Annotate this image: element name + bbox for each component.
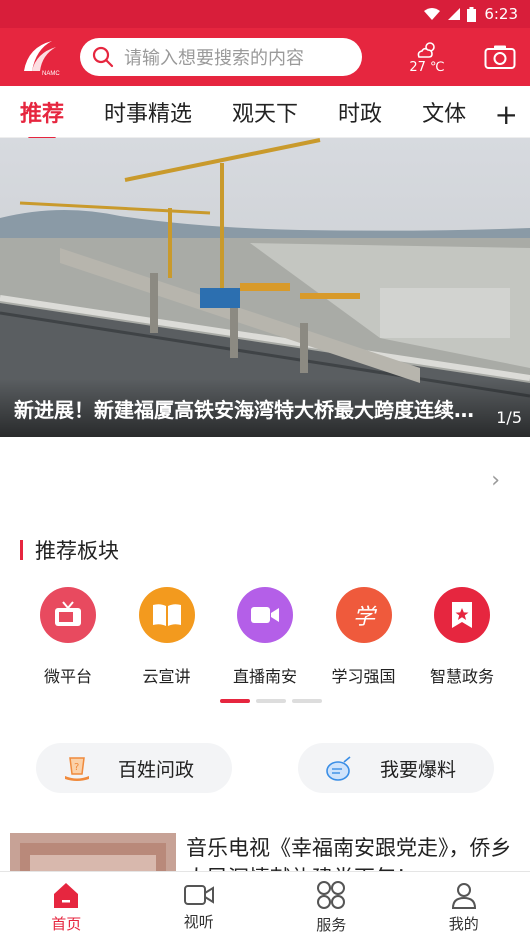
pager-dot-3[interactable] [292,699,322,703]
grid-item-smart-gov[interactable]: 智慧政务 [418,587,506,687]
tab-current-affairs[interactable]: 时事精选 [104,96,192,128]
svg-text:?: ? [74,762,79,773]
grid-item-cloud-lecture[interactable]: 云宣讲 [123,587,211,687]
svg-text:学: 学 [353,605,378,630]
bottom-navigation: 首页 视听 服务 我的 [0,871,530,943]
home-icon [54,883,79,908]
battery-icon [467,6,477,22]
grid-circles-icon [317,881,346,909]
book-icon [138,587,195,643]
pager-dot-2[interactable] [256,699,286,703]
search-input[interactable]: 请输入想要搜索的内容 [80,38,362,76]
nav-mine-label: 我的 [448,915,479,933]
grid-label: 云宣讲 [142,667,191,686]
weather-temperature: 27 ℃ [409,59,445,75]
tab-world[interactable]: 观天下 [232,96,298,128]
question-hand-icon: ? [65,757,89,781]
grid-label: 智慧政务 [429,667,494,686]
wifi-icon [424,8,441,20]
report-news-label: 我要爆料 [380,758,457,781]
nav-audio-video[interactable]: 视听 [133,872,266,943]
user-icon [451,883,476,909]
banner-title[interactable]: 新进展！新建福厦高铁安海湾特大桥最大跨度连续梁合龙 [14,394,484,423]
grid-item-live-nanan[interactable]: 直播南安 [221,587,309,687]
quick-actions: ? 百姓问政 我要爆料 [0,703,530,793]
search-icon [92,46,114,68]
camera-button[interactable] [480,44,520,70]
app-header: NAMC 请输入想要搜索的内容 27 ℃ [0,28,530,86]
banner-caption: 新进展！新建福厦高铁安海湾特大桥最大跨度连续梁合龙 1/5 [0,379,530,437]
status-bar: 6:23 [0,0,530,28]
bomb-icon [326,756,351,781]
pager-dot-1[interactable] [220,699,250,703]
notice-row[interactable]: › [0,437,530,523]
section-header: 推荐板块 [0,535,530,565]
camera-icon [484,45,516,69]
feature-grid: 微平台 云宣讲 直播南安 学 学习强国 智慧政务 [0,565,530,687]
nav-home[interactable]: 首页 [0,872,133,943]
banner-pager: 1/5 [496,408,522,427]
tab-politics[interactable]: 时政 [338,96,382,128]
grid-label: 直播南安 [232,667,297,686]
logo-icon: NAMC [24,41,60,77]
banner-carousel[interactable]: 新进展！新建福厦高铁安海湾特大桥最大跨度连续梁合龙 1/5 [0,138,530,437]
section-title: 推荐板块 [35,539,119,563]
nav-mine[interactable]: 我的 [398,872,530,943]
signal-icon [448,8,461,20]
chevron-right-icon[interactable]: › [491,468,500,493]
nav-audio-video-label: 视听 [183,913,214,931]
report-news-button[interactable]: 我要爆料 [298,743,494,793]
grid-item-micro-platform[interactable]: 微平台 [24,587,112,687]
app-logo[interactable]: NAMC [10,34,70,80]
public-inquiry-label: 百姓问政 [118,758,195,781]
tab-culture-sports[interactable]: 文体 [422,96,466,128]
public-inquiry-button[interactable]: ? 百姓问政 [36,743,232,793]
video-icon [237,587,293,643]
grid-label: 微平台 [43,667,92,686]
add-tab-button[interactable]: + [488,98,518,131]
channel-tabs: 推荐 时事精选 观天下 时政 文体 + [0,86,530,140]
section-accent-bar [20,540,23,560]
nav-services-label: 服务 [316,916,347,934]
tab-recommend[interactable]: 推荐 [20,96,64,140]
status-icons [423,6,477,22]
tv-icon [40,587,96,643]
grid-label: 学习强国 [331,667,396,686]
grid-item-study-strong[interactable]: 学 学习强国 [320,587,408,687]
video-camera-icon [183,885,214,905]
nav-services[interactable]: 服务 [265,872,398,943]
gov-badge-icon [434,587,490,643]
cloud-sun-icon [417,41,435,58]
search-placeholder: 请输入想要搜索的内容 [124,48,304,69]
svg-text:NAMC: NAMC [42,71,60,77]
weather-widget[interactable]: 27 ℃ [402,40,452,75]
status-time: 6:23 [484,5,518,23]
nav-home-label: 首页 [51,915,82,933]
xue-icon: 学 [335,587,392,643]
